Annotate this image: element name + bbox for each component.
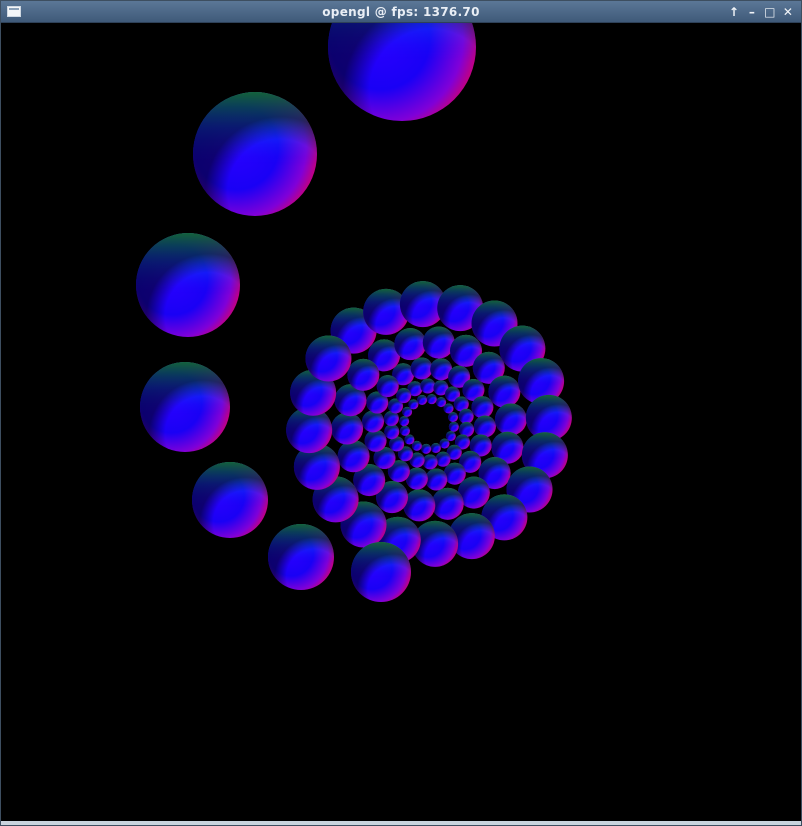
close-icon[interactable]: ✕ [781,5,795,19]
sphere-shade [439,438,450,449]
sphere-shade [337,440,370,473]
sphere-shade [331,412,364,445]
sphere-shade [408,399,419,410]
sphere-spiral [136,23,572,602]
sphere-shade [140,362,230,452]
sphere-shade [421,443,432,454]
sphere-shade [422,454,438,470]
sphere-shade [488,375,521,408]
sphere-shade [494,403,527,436]
sphere-shade [399,425,410,436]
sphere-shade [399,416,410,427]
opengl-window: opengl @ fps: 1376.70 ↑ – □ ✕ [0,0,802,826]
sphere-shade [193,92,317,216]
sphere-shade [396,388,412,404]
sphere-shade [430,443,441,454]
sphere-shade [136,233,240,337]
sphere-shade [410,357,433,380]
sphere-shade [448,412,459,423]
sphere-shade [394,328,427,361]
maximize-icon[interactable]: □ [763,5,777,19]
window-bottom-border [1,821,801,825]
arrow-up-icon[interactable]: ↑ [727,5,741,19]
sphere-shade [192,462,268,538]
sphere-shade [384,424,400,440]
sphere-shade [471,396,494,419]
sphere-shade [328,23,476,121]
sphere-shade [422,326,455,359]
sphere-shade [448,421,459,432]
sphere-shade [420,378,436,394]
sphere-shade [473,415,496,438]
sphere-shade [362,410,385,433]
sphere-shade [443,403,454,414]
sphere-shade [268,524,334,590]
sphere-shade [458,408,474,424]
sphere-shade [347,358,380,391]
opengl-viewport[interactable] [1,23,801,821]
sphere-shade [431,487,464,520]
sphere-shade [426,394,437,405]
title-bar[interactable]: opengl @ fps: 1376.70 ↑ – □ ✕ [1,1,801,23]
sphere-shade [435,451,451,467]
sphere-shade [417,394,428,405]
window-controls: ↑ – □ ✕ [727,1,795,23]
minimize-icon[interactable]: – [745,5,759,19]
sphere-shade [376,375,399,398]
sphere-shade [364,429,387,452]
sphere-shade [425,468,448,491]
sphere-shade [351,542,411,602]
sphere-shade [305,335,352,382]
sphere-shade [403,489,436,522]
window-title: opengl @ fps: 1376.70 [322,5,480,19]
sphere-shade [404,434,415,445]
